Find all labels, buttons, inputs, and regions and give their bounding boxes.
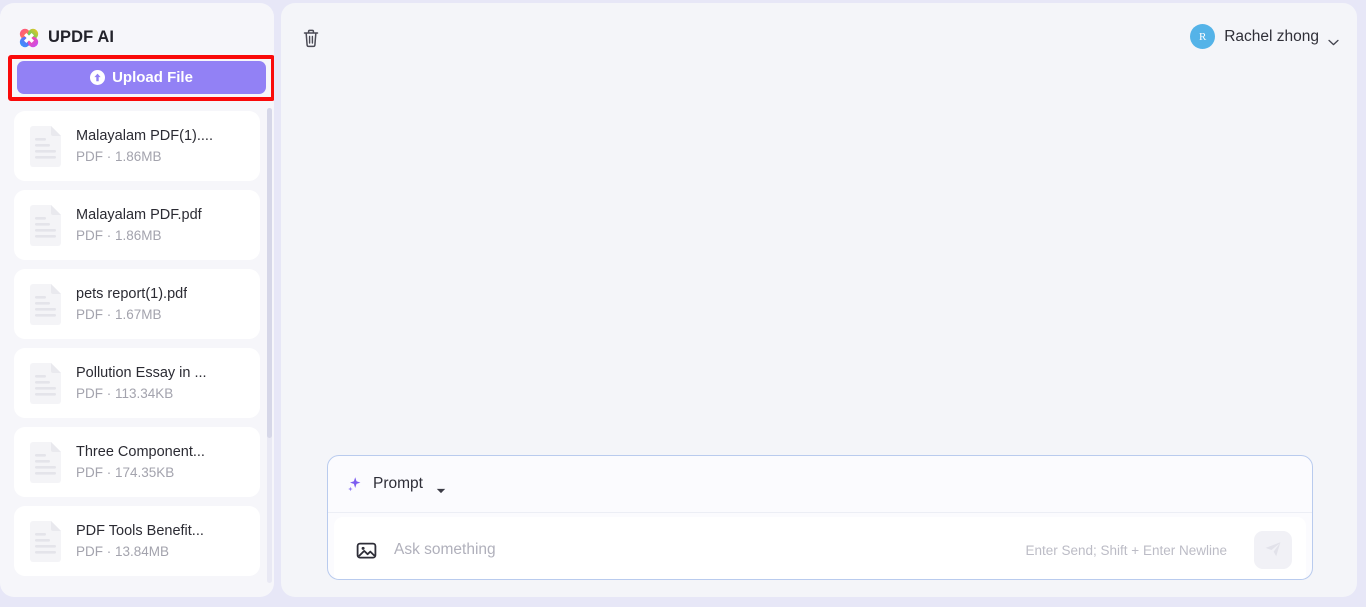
prompt-composer: Prompt Enter Send; Shift + Enter N bbox=[327, 455, 1313, 580]
sparkle-icon bbox=[346, 475, 364, 493]
list-item[interactable]: Malayalam PDF.pdf PDF · 1.86MB bbox=[14, 190, 260, 260]
search-input[interactable] bbox=[394, 517, 1009, 579]
sidebar-scrollbar[interactable] bbox=[267, 108, 272, 583]
account-name: Rachel zhong bbox=[1224, 27, 1319, 45]
updf-clover-logo-icon bbox=[19, 28, 39, 48]
file-meta: PDF · 174.35KB bbox=[76, 465, 175, 480]
list-item[interactable]: Pollution Essay in ... PDF · 113.34KB bbox=[14, 348, 260, 418]
file-name: Malayalam PDF(1).... bbox=[76, 128, 213, 144]
main-toolbar: R Rachel zhong bbox=[281, 3, 1357, 71]
account-menu[interactable]: R Rachel zhong bbox=[1190, 24, 1339, 49]
list-item[interactable]: Malayalam PDF(1).... PDF · 1.86MB bbox=[14, 111, 260, 181]
document-icon bbox=[28, 520, 63, 563]
prompt-type-selector[interactable]: Prompt bbox=[328, 456, 1312, 513]
chevron-down-icon bbox=[436, 481, 446, 494]
file-meta: PDF · 1.67MB bbox=[76, 307, 162, 322]
document-icon bbox=[28, 362, 63, 405]
file-name: Pollution Essay in ... bbox=[76, 365, 207, 381]
list-item[interactable]: Three Component... PDF · 174.35KB bbox=[14, 427, 260, 497]
send-plane-icon bbox=[1263, 539, 1283, 562]
list-item[interactable]: pets report(1).pdf PDF · 1.67MB bbox=[14, 269, 260, 339]
prompt-label: Prompt bbox=[373, 475, 423, 492]
file-name: Malayalam PDF.pdf bbox=[76, 207, 202, 223]
file-meta: PDF · 113.34KB bbox=[76, 386, 174, 401]
document-icon bbox=[28, 441, 63, 484]
avatar: R bbox=[1190, 24, 1216, 49]
document-icon bbox=[28, 204, 63, 247]
list-item[interactable]: PDF Tools Benefit... PDF · 13.84MB bbox=[14, 506, 260, 576]
document-icon bbox=[28, 125, 63, 168]
chevron-down-icon bbox=[1328, 33, 1339, 46]
file-meta: PDF · 1.86MB bbox=[76, 149, 162, 164]
document-icon bbox=[28, 283, 63, 326]
trash-icon[interactable] bbox=[300, 27, 322, 49]
brand-title: UPDF AI bbox=[48, 28, 115, 46]
file-name: pets report(1).pdf bbox=[76, 286, 188, 302]
file-meta: PDF · 1.86MB bbox=[76, 228, 162, 243]
file-list: Malayalam PDF(1).... PDF · 1.86MB Malaya… bbox=[0, 111, 274, 589]
upload-file-label: Upload File bbox=[112, 69, 193, 86]
sidebar: UPDF AI Upload File Malayalam PDF(1)....… bbox=[0, 3, 274, 597]
upload-file-button[interactable]: Upload File bbox=[17, 61, 266, 94]
send-hint: Enter Send; Shift + Enter Newline bbox=[1025, 542, 1228, 558]
main-panel: R Rachel zhong Prompt Ask something Ente… bbox=[281, 3, 1357, 597]
file-meta: PDF · 13.84MB bbox=[76, 544, 170, 559]
image-icon[interactable] bbox=[356, 540, 377, 561]
upload-arrow-circle-icon bbox=[90, 70, 106, 85]
send-button[interactable] bbox=[1254, 531, 1292, 569]
prompt-input-row: Enter Send; Shift + Enter Newline bbox=[334, 517, 1306, 579]
sidebar-scrollbar-thumb[interactable] bbox=[267, 108, 272, 438]
updf-ai-window: UPDF AI Upload File Malayalam PDF(1)....… bbox=[0, 0, 1366, 607]
file-name: PDF Tools Benefit... bbox=[76, 523, 204, 539]
brand: UPDF AI bbox=[0, 3, 274, 55]
file-name: Three Component... bbox=[76, 444, 205, 460]
